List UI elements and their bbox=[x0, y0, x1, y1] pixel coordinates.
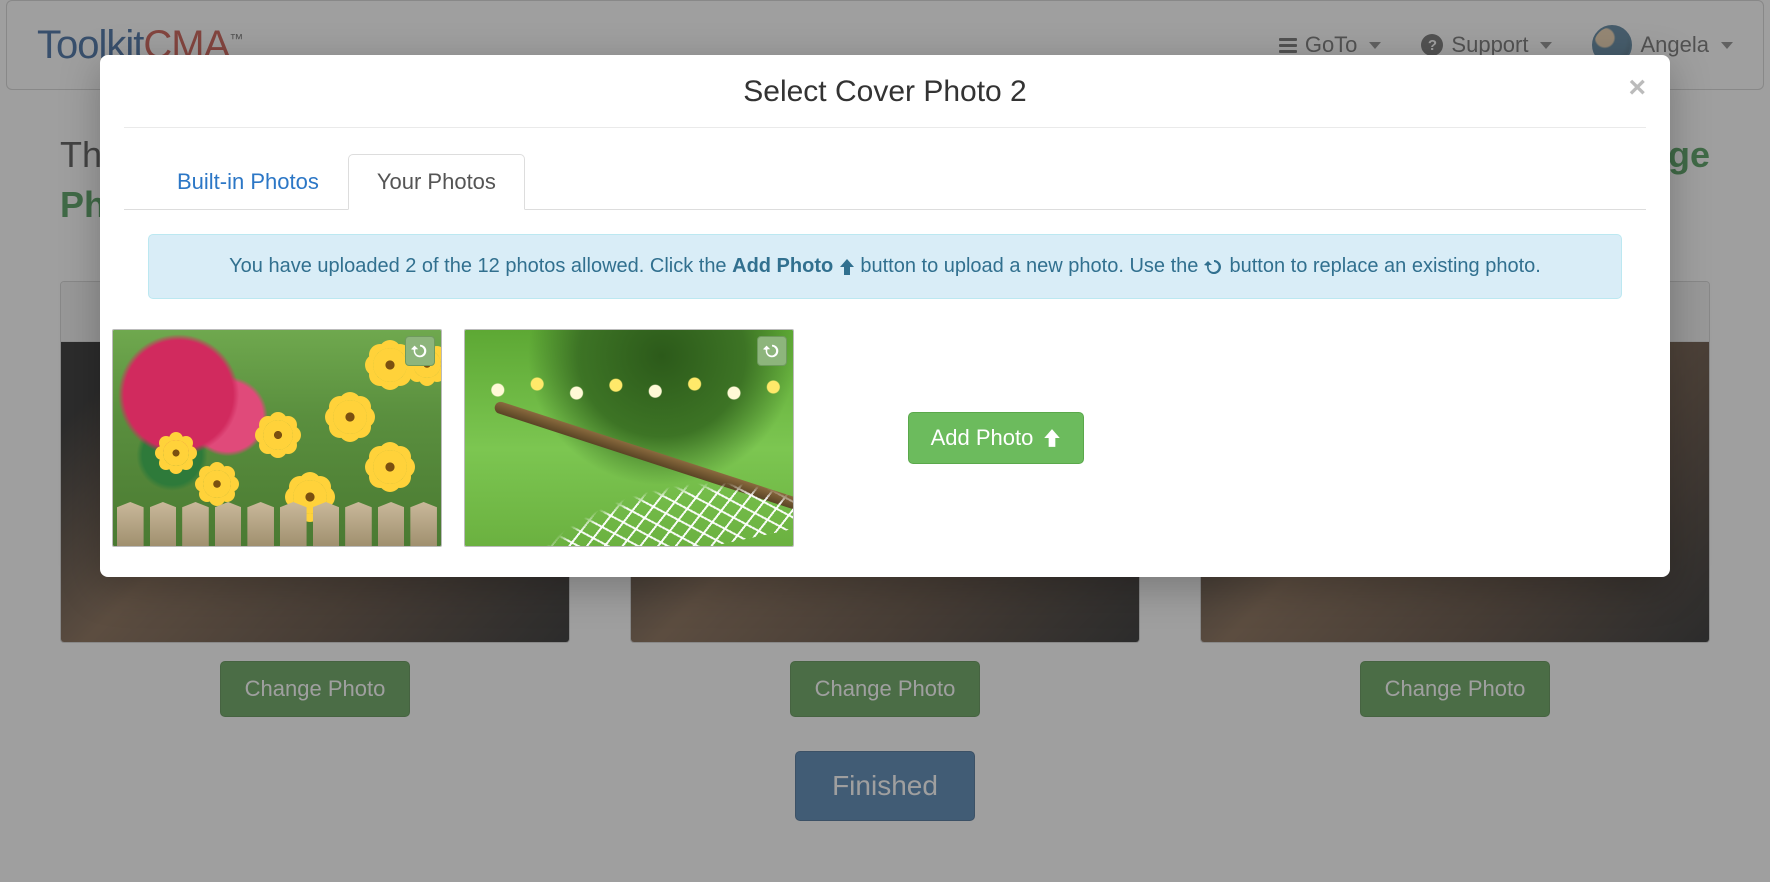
modal-header: Select Cover Photo 2 × bbox=[100, 55, 1670, 127]
photo-thumb-2[interactable] bbox=[464, 329, 794, 547]
replace-photo-icon[interactable] bbox=[405, 336, 435, 366]
info-mid: button to upload a new photo. Use the bbox=[860, 255, 1204, 277]
refresh-icon bbox=[1204, 257, 1224, 277]
info-post: button to replace an existing photo. bbox=[1230, 255, 1541, 277]
info-pre: You have uploaded 2 of the 12 photos all… bbox=[229, 255, 732, 277]
add-photo-button[interactable]: Add Photo bbox=[908, 412, 1085, 464]
modal-title: Select Cover Photo 2 bbox=[100, 75, 1670, 109]
tab-your-photos[interactable]: Your Photos bbox=[348, 154, 525, 210]
info-add-bold: Add Photo bbox=[732, 255, 833, 277]
tabs: Built-in Photos Your Photos bbox=[124, 128, 1646, 210]
arrow-up-icon bbox=[1043, 428, 1061, 448]
thumbs-row: Add Photo bbox=[100, 299, 1670, 547]
add-photo-cell: Add Photo bbox=[816, 412, 1176, 464]
replace-photo-icon[interactable] bbox=[757, 336, 787, 366]
tab-builtin-photos[interactable]: Built-in Photos bbox=[148, 154, 348, 210]
add-photo-label: Add Photo bbox=[931, 425, 1034, 451]
arrow-up-icon bbox=[839, 258, 855, 276]
info-box: You have uploaded 2 of the 12 photos all… bbox=[148, 234, 1622, 299]
close-icon[interactable]: × bbox=[1628, 71, 1646, 105]
select-cover-photo-modal: Select Cover Photo 2 × Built-in Photos Y… bbox=[100, 55, 1670, 577]
photo-thumb-1[interactable] bbox=[112, 329, 442, 547]
